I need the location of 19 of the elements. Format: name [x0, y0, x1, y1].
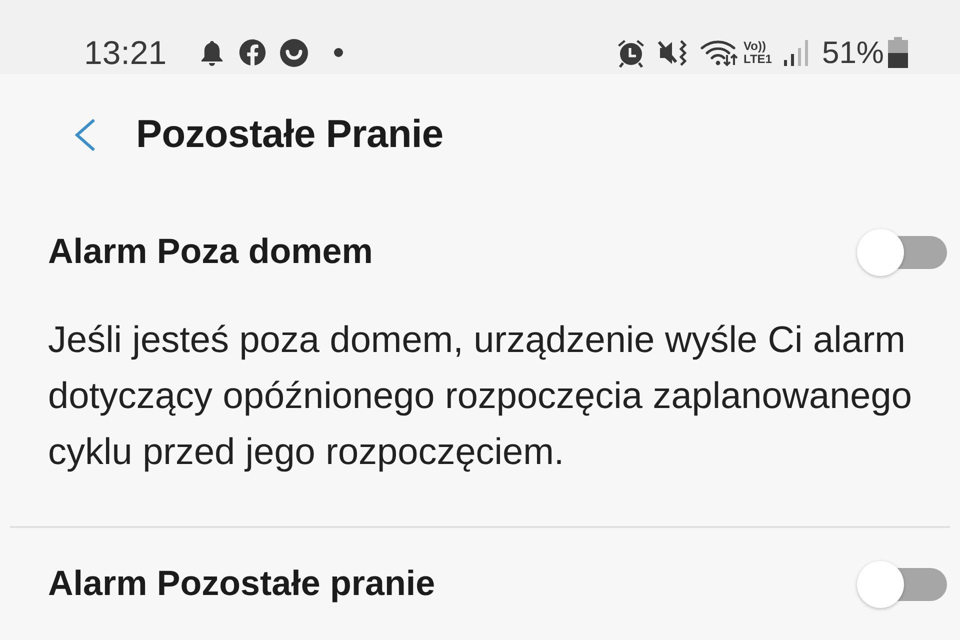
toggle-switch[interactable]	[857, 228, 947, 276]
setting-description: Jeśli jesteś poza domem, urządzenie wyśle Ci alarm dotyczący opóźnionego rozpoczęcia zaplanowanego cyklu przed jego rozpoczęciem.	[48, 318, 913, 474]
time-text: 13:21	[84, 36, 167, 70]
setting-title: Alarm Pozostałe pranie	[48, 564, 436, 604]
battery-icon	[888, 37, 908, 68]
wifi-icon	[700, 38, 738, 67]
alarm-clock-icon	[616, 38, 646, 68]
setting-title: Alarm Poza domem	[48, 232, 373, 272]
network-label: Vo))	[744, 40, 766, 53]
page-title: Pozostałe Pranie	[136, 113, 444, 158]
smile-circle-icon	[280, 38, 308, 67]
bell-icon	[198, 38, 225, 67]
battery-percent-text: 51%	[822, 37, 884, 68]
network-label: LTE1	[744, 52, 772, 66]
muted-vibrate-icon	[658, 38, 688, 68]
dot-icon	[334, 48, 343, 58]
toggle-switch[interactable]	[857, 560, 947, 608]
signal-icon	[784, 40, 808, 66]
chevron-left-icon	[74, 118, 96, 152]
